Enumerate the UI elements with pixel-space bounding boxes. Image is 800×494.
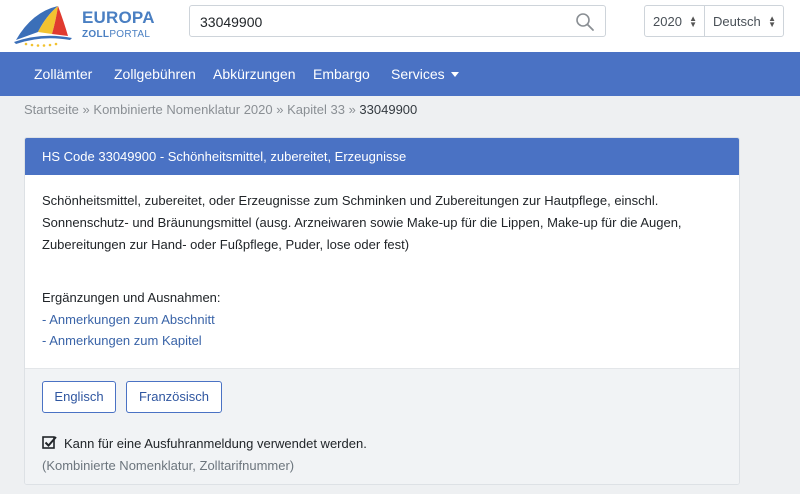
nav-item-zollaemter[interactable]: Zollämter: [34, 66, 92, 82]
year-select[interactable]: 2020 ▲ ▼: [644, 5, 705, 37]
top-header: EUROPA ZOLLPORTAL 2020 ▲▼ Deutsch ▲▼: [0, 0, 800, 52]
nav-item-zollgebuehren[interactable]: Zollgebühren: [114, 66, 196, 82]
year-select-value: 2020: [653, 14, 682, 29]
logo-subtitle-bold: ZOLL: [82, 29, 110, 40]
breadcrumb-separator: »: [276, 102, 284, 117]
extras-title: Ergänzungen und Ausnahmen:: [42, 290, 221, 305]
card-body: Schönheitsmittel, zubereitet, oder Erzeu…: [42, 190, 732, 256]
nav-services-label: Services: [391, 66, 445, 82]
breadcrumb-separator: »: [82, 102, 90, 117]
logo-graphic-icon: [14, 6, 72, 47]
breadcrumb-home[interactable]: Startseite: [24, 102, 79, 117]
search-box: [189, 5, 606, 37]
breadcrumb: Startseite » Kombinierte Nomenklatur 202…: [24, 102, 417, 117]
sort-caret-icon: ▲ ▼: [689, 14, 697, 29]
export-declaration-label: Kann für eine Ausfuhranmeldung verwendet…: [64, 436, 367, 451]
europa-zollportal-logo[interactable]: EUROPA ZOLLPORTAL: [12, 2, 155, 50]
language-select[interactable]: Deutsch ▲ ▼: [704, 5, 784, 37]
card-title: HS Code 33049900 - Schönheitsmittel, zub…: [25, 138, 739, 175]
main-navbar: Zollämter Zollgebühren Abkürzungen Embar…: [0, 52, 800, 96]
logo-title: EUROPA: [82, 8, 155, 27]
english-button[interactable]: Englisch: [42, 381, 116, 413]
search-icon[interactable]: [575, 12, 595, 32]
breadcrumb-separator: »: [348, 102, 356, 117]
nav-item-abkuerzungen[interactable]: Abkürzungen: [213, 66, 296, 82]
sort-caret-icon: ▲ ▼: [768, 14, 776, 29]
breadcrumb-nomenklatur[interactable]: Kombinierte Nomenklatur 2020: [93, 102, 272, 117]
link-chapter-notes[interactable]: - Anmerkungen zum Kapitel: [42, 333, 202, 348]
caret-down-icon: [450, 72, 459, 77]
hs-code-description: Schönheitsmittel, zubereitet, oder Erzeu…: [42, 193, 682, 252]
breadcrumb-current: 33049900: [359, 102, 418, 117]
checkbox-checked-icon: [42, 436, 57, 449]
nav-item-embargo[interactable]: Embargo: [313, 66, 370, 82]
nav-item-services[interactable]: Services: [391, 66, 459, 82]
french-button[interactable]: Französisch: [126, 381, 222, 413]
search-input[interactable]: [200, 12, 560, 32]
logo-subtitle: ZOLLPORTAL: [82, 29, 150, 40]
tariff-note: (Kombinierte Nomenklatur, Zolltarifnumme…: [42, 458, 295, 473]
logo-subtitle-light: PORTAL: [109, 29, 151, 40]
card-footer: Englisch Französisch Kann für eine Ausfu…: [25, 368, 739, 484]
language-select-value: Deutsch: [713, 14, 761, 29]
link-section-notes[interactable]: - Anmerkungen zum Abschnitt: [42, 312, 215, 327]
hs-code-card: HS Code 33049900 - Schönheitsmittel, zub…: [24, 137, 740, 485]
breadcrumb-kapitel[interactable]: Kapitel 33: [287, 102, 345, 117]
